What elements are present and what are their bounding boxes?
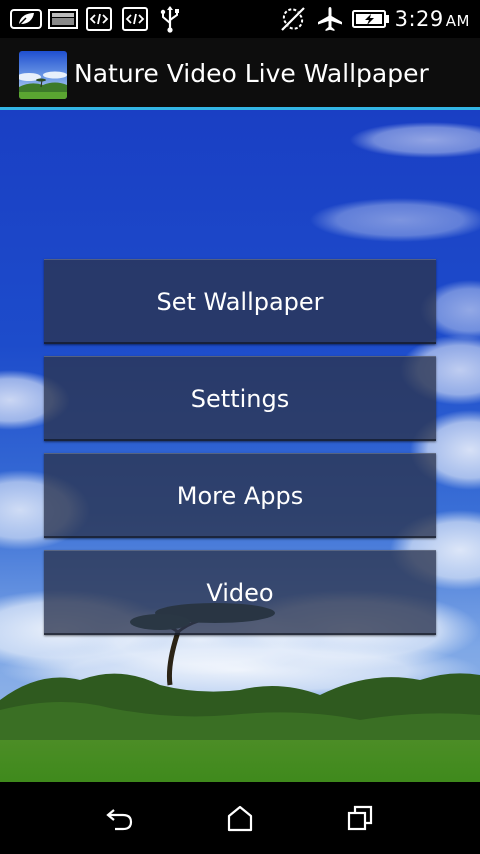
wallpaper-background bbox=[0, 110, 480, 782]
app-title: Nature Video Live Wallpaper bbox=[74, 59, 429, 88]
battery-charging-icon bbox=[352, 6, 390, 32]
action-bar: Nature Video Live Wallpaper bbox=[0, 38, 480, 107]
no-sync-icon bbox=[278, 6, 308, 32]
clock: 3:29 AM bbox=[394, 7, 470, 31]
video-button[interactable]: Video bbox=[44, 550, 436, 635]
usb-icon bbox=[158, 6, 182, 33]
code-notification-icon bbox=[122, 6, 148, 32]
photo-notification-icon bbox=[48, 6, 78, 32]
airplane-mode-icon bbox=[316, 6, 344, 32]
recent-apps-icon[interactable] bbox=[342, 800, 378, 836]
settings-button[interactable]: Settings bbox=[44, 356, 436, 441]
navigation-bar bbox=[0, 782, 480, 854]
main-content: Set Wallpaper Settings More Apps Video bbox=[0, 110, 480, 782]
status-bar: 3:29 AM bbox=[0, 0, 480, 38]
more-apps-button[interactable]: More Apps bbox=[44, 453, 436, 538]
back-icon[interactable] bbox=[102, 800, 138, 836]
leaf-notification-icon bbox=[10, 6, 42, 32]
code-notification-icon bbox=[86, 6, 112, 32]
home-icon[interactable] bbox=[222, 800, 258, 836]
set-wallpaper-button[interactable]: Set Wallpaper bbox=[44, 259, 436, 344]
app-icon[interactable] bbox=[19, 51, 67, 99]
